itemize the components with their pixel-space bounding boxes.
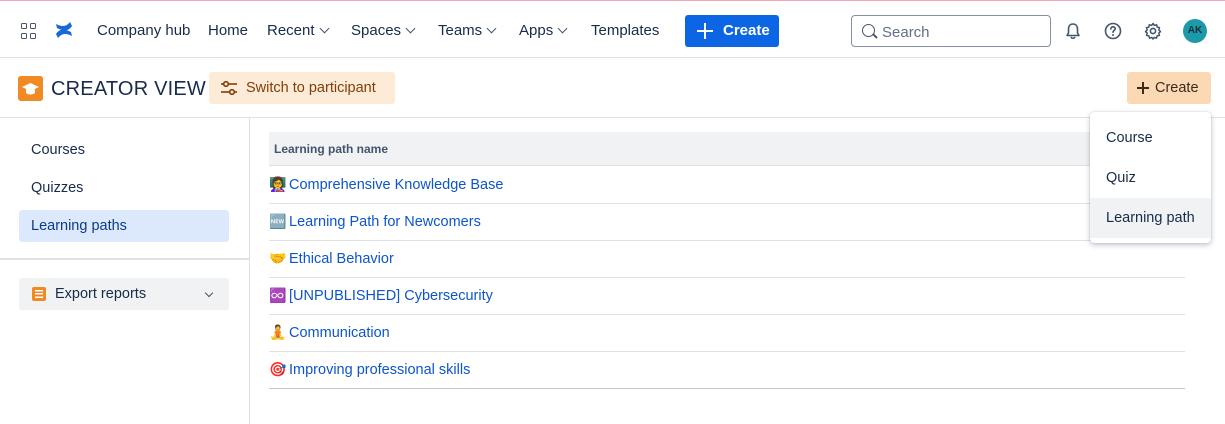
settings-gear-icon[interactable] bbox=[1143, 21, 1163, 41]
learning-path-link[interactable]: [UNPUBLISHED] Cybersecurity bbox=[289, 288, 493, 304]
switch-to-participant-button[interactable]: Switch to participant bbox=[209, 72, 395, 104]
plus-icon bbox=[697, 23, 713, 39]
create-dropdown-menu: Course Quiz Learning path bbox=[1090, 112, 1211, 243]
table-row[interactable]: 👩‍🏫 Comprehensive Knowledge Base bbox=[269, 167, 1185, 204]
page-header: CREATOR VIEW Switch to participant Creat… bbox=[0, 58, 1225, 118]
learning-path-link[interactable]: Communication bbox=[289, 325, 390, 341]
row-emoji: 🤝 bbox=[269, 251, 287, 267]
sidebar-item-courses[interactable]: Courses bbox=[19, 134, 229, 166]
table-row[interactable]: 🆕 Learning Path for Newcomers bbox=[269, 204, 1185, 241]
table-column-header[interactable]: Learning path name bbox=[269, 132, 1185, 166]
create-button[interactable]: Create bbox=[685, 15, 779, 47]
nav-apps[interactable]: Apps bbox=[519, 19, 568, 43]
menu-item-quiz[interactable]: Quiz bbox=[1090, 158, 1211, 198]
sidebar: Courses Quizzes Learning paths Export re… bbox=[0, 118, 250, 424]
report-table-icon bbox=[32, 287, 46, 301]
learning-path-link[interactable]: Ethical Behavior bbox=[289, 251, 394, 267]
menu-item-course[interactable]: Course bbox=[1090, 118, 1211, 158]
nav-templates[interactable]: Templates bbox=[591, 19, 659, 43]
top-navigation: Company hub Home Recent Spaces Teams App… bbox=[0, 0, 1225, 58]
nav-recent[interactable]: Recent bbox=[267, 19, 329, 43]
table-row[interactable]: ♾️ [UNPUBLISHED] Cybersecurity bbox=[269, 278, 1185, 315]
graduation-cap-icon bbox=[18, 76, 43, 101]
chevron-down-icon bbox=[405, 23, 416, 34]
help-icon[interactable] bbox=[1103, 21, 1123, 41]
search-input[interactable] bbox=[882, 22, 1042, 42]
learning-path-link[interactable]: Comprehensive Knowledge Base bbox=[289, 177, 503, 193]
nav-company-hub[interactable]: Company hub bbox=[97, 19, 190, 43]
plus-icon bbox=[1137, 82, 1149, 94]
creator-create-button[interactable]: Create bbox=[1127, 72, 1211, 104]
row-emoji: 🆕 bbox=[269, 214, 287, 230]
table-row[interactable]: 🧘 Communication bbox=[269, 315, 1185, 352]
learning-path-link[interactable]: Learning Path for Newcomers bbox=[289, 214, 481, 230]
sidebar-item-learning-paths[interactable]: Learning paths bbox=[19, 210, 229, 242]
export-reports-button[interactable]: Export reports bbox=[19, 278, 229, 310]
nav-teams[interactable]: Teams bbox=[438, 19, 497, 43]
chevron-down-icon bbox=[557, 23, 568, 34]
nav-home[interactable]: Home bbox=[208, 19, 248, 43]
search-icon bbox=[862, 24, 875, 37]
row-emoji: 🧘 bbox=[269, 325, 287, 341]
sidebar-divider bbox=[0, 258, 249, 260]
app-switcher-icon[interactable] bbox=[21, 23, 37, 39]
table-row[interactable]: 🎯 Improving professional skills bbox=[269, 352, 1185, 389]
confluence-logo-icon[interactable] bbox=[54, 20, 74, 40]
chevron-down-icon bbox=[319, 23, 329, 34]
nav-spaces[interactable]: Spaces bbox=[351, 19, 416, 43]
user-avatar[interactable]: AK bbox=[1183, 19, 1207, 43]
row-emoji: 🎯 bbox=[269, 362, 287, 378]
chevron-down-icon bbox=[204, 288, 214, 298]
search-box[interactable] bbox=[851, 15, 1051, 47]
sidebar-item-quizzes[interactable]: Quizzes bbox=[19, 172, 229, 204]
row-emoji: 👩‍🏫 bbox=[269, 177, 287, 193]
sliders-icon bbox=[221, 80, 237, 96]
notification-bell-icon[interactable] bbox=[1063, 21, 1083, 41]
row-emoji: ♾️ bbox=[269, 288, 287, 304]
chevron-down-icon bbox=[486, 23, 497, 34]
menu-item-learning-path[interactable]: Learning path bbox=[1090, 198, 1211, 238]
learning-path-link[interactable]: Improving professional skills bbox=[289, 362, 470, 378]
table-row[interactable]: 🤝 Ethical Behavior bbox=[269, 241, 1185, 278]
page-title: CREATOR VIEW bbox=[51, 78, 207, 100]
